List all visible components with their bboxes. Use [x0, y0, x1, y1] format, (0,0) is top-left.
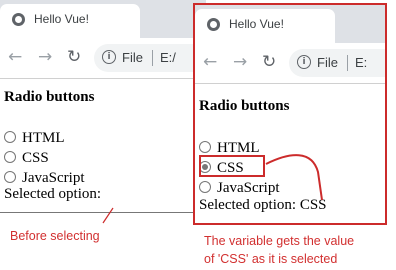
connector-before: [102, 207, 114, 224]
annotation-connectors: [102, 154, 323, 224]
connector-after: [265, 154, 323, 201]
